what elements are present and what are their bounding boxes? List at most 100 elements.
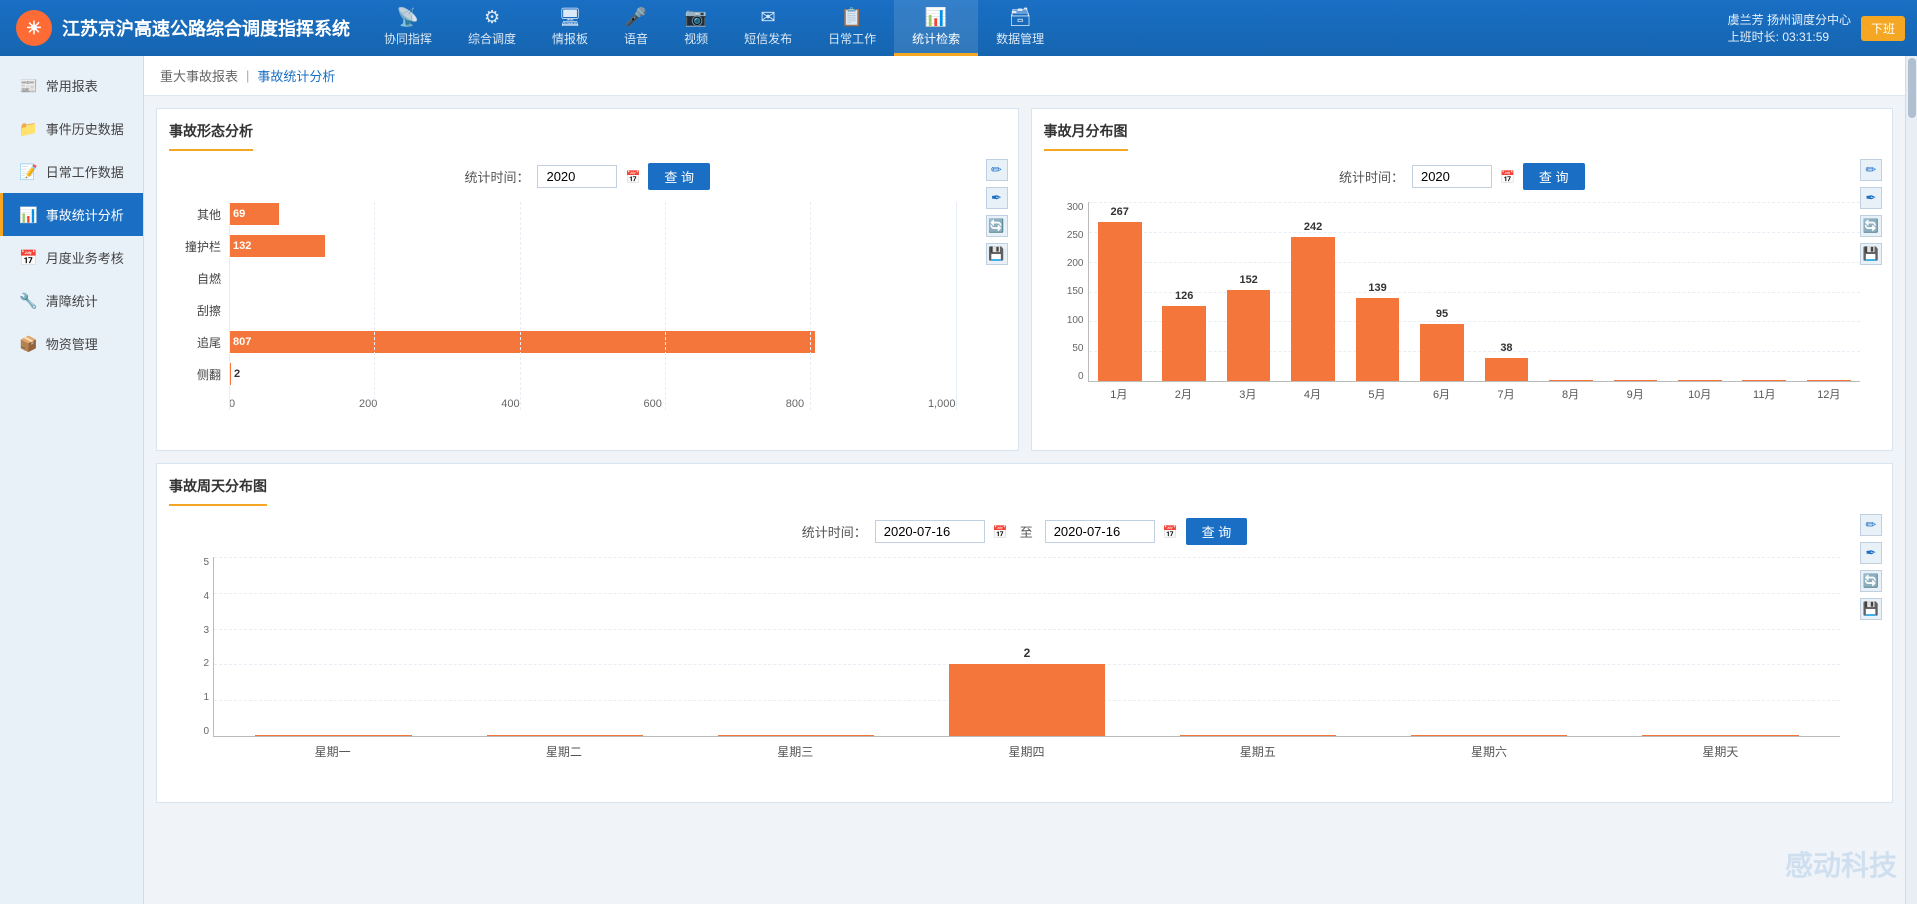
chart3-action-edit[interactable]: ✏ [1860,514,1882,536]
vbar-fill-aug [1549,380,1593,381]
app-body: 📰 常用报表 📁 事件历史数据 📝 日常工作数据 📊 事故统计分析 📅 月度业务… [0,56,1917,904]
sidebar-item-materials[interactable]: 📦 物资管理 [0,322,143,365]
sidebar-item-reports[interactable]: 📰 常用报表 [0,64,143,107]
sidebar-icon-monthly: 📅 [19,249,38,267]
vbar-val-jun: 95 [1436,308,1448,320]
vbar-sep [1604,202,1666,381]
chart2-bars: 267 126 152 [1088,202,1861,382]
chart1-action-refresh[interactable]: 🔄 [986,215,1008,237]
vbar-tue [453,557,676,736]
chart-accident-form: 事故形态分析 统计时间： 📅 查 询 [156,108,1019,451]
chart-monthly: 事故月分布图 统计时间： 📅 查 询 0 50 100 150 200 [1031,108,1894,451]
vbar-jan: 267 [1089,202,1151,381]
nav-icon-yuyin: 🎤 [625,7,647,28]
header-title: 江苏京沪高速公路综合调度指挥系统 [62,15,350,41]
vbar-fill-sun [1642,735,1798,736]
chart1-action-save[interactable]: 💾 [986,243,1008,265]
nav-icon-zonghe: ⚙ [484,7,500,28]
chart1-calendar-icon[interactable]: 📅 [625,170,640,184]
chart2-action-pen[interactable]: ✒ [1860,187,1882,209]
user-info: 虞兰芳 扬州调度分中心 上班时长: 03:31:59 [1728,11,1851,45]
chart2-year-input[interactable] [1412,165,1492,188]
chart1-ctrl-label: 统计时间： [464,167,529,186]
chart1-actions: ✏ ✒ 🔄 💾 [986,159,1008,265]
scroll-thumb[interactable] [1908,58,1916,118]
vbar-dec [1797,202,1859,381]
chart2-controls: 统计时间： 📅 查 询 [1044,163,1881,190]
nav-icon-sms: ✉ [761,7,776,28]
breadcrumb-sep: | [246,68,249,83]
chart3-date-from[interactable] [875,520,985,543]
breadcrumb-accident-analysis[interactable]: 事故统计分析 [257,66,335,85]
chart1-action-pen[interactable]: ✒ [986,187,1008,209]
chart1-controls: 统计时间： 📅 查 询 [169,163,1006,190]
chart2-calendar-icon[interactable]: 📅 [1500,170,1515,184]
sidebar-item-daily-data[interactable]: 📝 日常工作数据 [0,150,143,193]
chart2-title: 事故月分布图 [1044,121,1128,151]
header-logo: ☀ 江苏京沪高速公路综合调度指挥系统 [0,10,366,46]
vbar-fill-jul: 38 [1485,358,1529,381]
vbar-sun [1609,557,1832,736]
vbar-fill-mon [255,735,411,736]
chart2-action-refresh[interactable]: 🔄 [1860,215,1882,237]
vbar-jul: 38 [1475,202,1537,381]
chart3-calendar-to-icon[interactable]: 📅 [1163,525,1178,539]
chart1-title: 事故形态分析 [169,121,253,151]
nav-item-stats[interactable]: 📊 统计检索 [894,0,978,56]
vbar-jun: 95 [1411,202,1473,381]
chart3-title: 事故周天分布图 [169,476,267,506]
nav-item-video[interactable]: 📷 视频 [666,0,726,56]
sidebar-item-history[interactable]: 📁 事件历史数据 [0,107,143,150]
vbar-oct [1669,202,1731,381]
chart3-query-button[interactable]: 查 询 [1186,518,1248,545]
chart1-year-input[interactable] [537,165,617,188]
sidebar-icon-accident: 📊 [19,206,38,224]
chart1-query-button[interactable]: 查 询 [648,163,710,190]
hbar-label-rearend: 追尾 [169,334,227,351]
chart1-action-edit[interactable]: ✏ [986,159,1008,181]
chart3-bar-area: 0 1 2 3 4 5 [169,557,1880,790]
sidebar-item-accident[interactable]: 📊 事故统计分析 [0,193,143,236]
hbar-label-ziran: 自燃 [169,270,227,287]
right-scrollbar[interactable] [1905,56,1917,904]
chart3-action-save[interactable]: 💾 [1860,598,1882,620]
sidebar-icon-materials: 📦 [19,335,38,353]
logo-icon: ☀ [16,10,52,46]
nav-item-sms[interactable]: ✉ 短信发布 [726,0,810,56]
vbar-mon [222,557,445,736]
sidebar-item-monthly[interactable]: 📅 月度业务考核 [0,236,143,279]
sidebar-item-qingzhang[interactable]: 🔧 清障统计 [0,279,143,322]
nav-item-daily[interactable]: 📋 日常工作 [810,0,894,56]
nav-item-zonghe[interactable]: ⚙ 综合调度 [450,0,534,56]
sidebar: 📰 常用报表 📁 事件历史数据 📝 日常工作数据 📊 事故统计分析 📅 月度业务… [0,56,144,904]
chart3-bars: 2 [213,557,1840,737]
chart1-grid [229,202,956,410]
chart3-action-refresh[interactable]: 🔄 [1860,570,1882,592]
vbar-nov [1733,202,1795,381]
breadcrumb: 重大事故报表 | 事故统计分析 [144,56,1905,96]
vbar-thu: 2 [915,557,1138,736]
nav-item-yuyin[interactable]: 🎤 语音 [606,0,666,56]
nav-item-xietiao[interactable]: 📡 协同指挥 [366,0,450,56]
chart2-action-edit[interactable]: ✏ [1860,159,1882,181]
chart3-ctrl-label: 统计时间： [802,522,867,541]
chart2-x-labels: 1月 2月 3月 4月 5月 6月 7月 8月 9月 10月 11月 12月 [1088,386,1861,402]
breadcrumb-major[interactable]: 重大事故报表 [160,66,238,85]
xiaban-button[interactable]: 下班 [1861,16,1905,41]
vbar-val-apr: 242 [1304,221,1322,233]
chart2-action-save[interactable]: 💾 [1860,243,1882,265]
vbar-fill-wed [718,735,874,736]
vbar-feb: 126 [1153,202,1215,381]
vbar-fill-jan: 267 [1098,222,1142,381]
hbar-label-rollover: 侧翻 [169,366,227,383]
nav-item-data[interactable]: 🗃 数据管理 [978,0,1062,56]
chart3-action-pen[interactable]: ✒ [1860,542,1882,564]
vbar-fill-may: 139 [1356,298,1400,381]
vbar-sat [1378,557,1601,736]
vbar-fill-fri [1180,735,1336,736]
nav-item-qingbao[interactable]: 🖥 情报板 [534,0,606,56]
chart2-query-button[interactable]: 查 询 [1523,163,1585,190]
vbar-val-feb: 126 [1175,290,1193,302]
chart3-calendar-from-icon[interactable]: 📅 [993,525,1008,539]
chart3-date-to[interactable] [1045,520,1155,543]
